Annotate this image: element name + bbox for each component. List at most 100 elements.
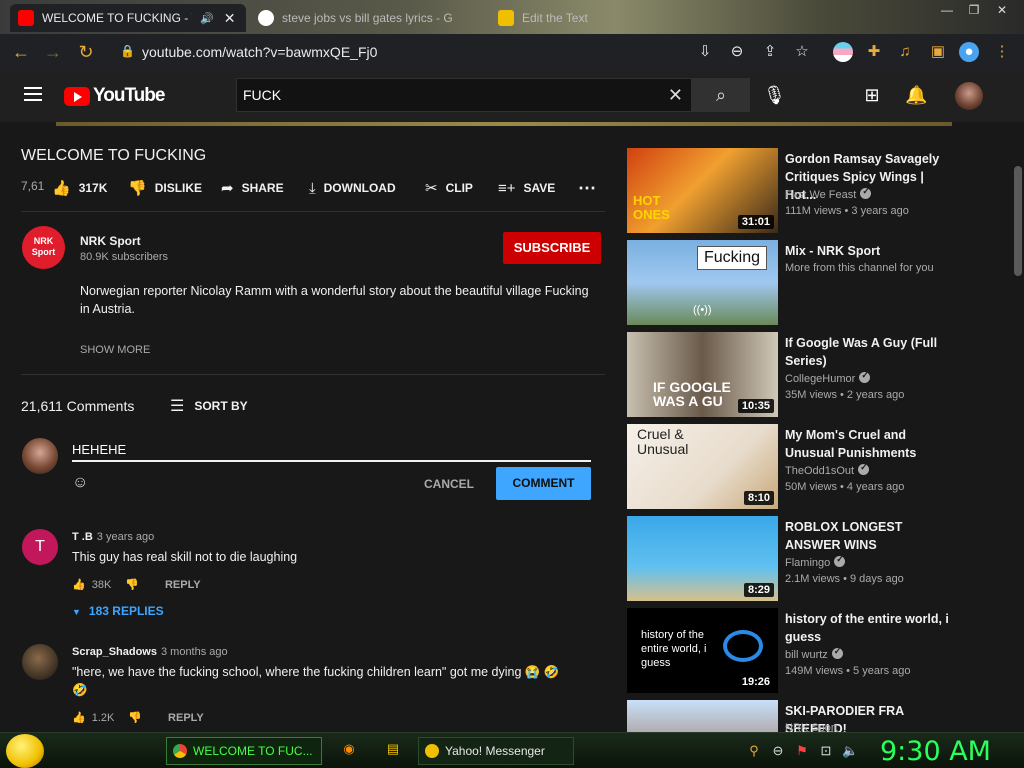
reload-icon[interactable]: ↻ bbox=[75, 41, 97, 63]
comment-author[interactable]: T .B 3 years ago bbox=[72, 531, 154, 543]
video-thumbnail[interactable]: HOT ONES 31:01 bbox=[627, 148, 778, 233]
recommended-video[interactable]: 8:29 ROBLOX LONGEST ANSWER WINS Flamingo… bbox=[627, 516, 957, 602]
recommended-video[interactable]: history of the entire world, i guess 19:… bbox=[627, 608, 957, 694]
video-thumbnail[interactable]: Fucking ((•)) bbox=[627, 240, 778, 325]
start-button-smiley-icon[interactable] bbox=[6, 734, 44, 768]
tab-google[interactable]: steve jobs vs bill gates lyrics - G bbox=[250, 4, 486, 32]
extensions-puzzle-icon[interactable]: ✚ bbox=[864, 42, 884, 62]
video-thumbnail[interactable] bbox=[627, 700, 778, 732]
comment-like-icon[interactable]: 👍 bbox=[72, 711, 86, 724]
video-title[interactable]: history of the entire world, i guess bbox=[785, 610, 955, 646]
youtube-logo[interactable]: YouTube bbox=[64, 85, 165, 107]
system-clock[interactable]: 9:30 AM bbox=[880, 736, 991, 767]
search-button[interactable]: ⌕ bbox=[692, 78, 750, 112]
video-player-edge[interactable] bbox=[56, 122, 952, 126]
back-icon[interactable]: ← bbox=[10, 41, 32, 63]
subscribe-button[interactable]: SUBSCRIBE bbox=[503, 232, 601, 264]
video-title[interactable]: ROBLOX LONGEST ANSWER WINS bbox=[785, 518, 955, 554]
user-avatar[interactable] bbox=[955, 82, 983, 110]
microphone-icon[interactable]: 🎙 bbox=[763, 84, 786, 106]
video-thumbnail[interactable]: history of the entire world, i guess 19:… bbox=[627, 608, 778, 693]
clip-button[interactable]: ✂ CLIP bbox=[425, 179, 473, 197]
channel-label[interactable]: CollegeHumor bbox=[785, 370, 871, 385]
create-video-icon[interactable]: ⊞ bbox=[861, 84, 883, 106]
tab-youtube[interactable]: WELCOME TO FUCKING - Yo 🔊 ✕ bbox=[10, 4, 246, 32]
share-page-icon[interactable]: ⇪ bbox=[760, 42, 780, 62]
save-button[interactable]: ≡+ SAVE bbox=[498, 179, 555, 197]
verified-badge-icon bbox=[831, 646, 843, 659]
comment-author[interactable]: Scrap_Shadows 3 months ago bbox=[72, 646, 228, 658]
minimize-icon[interactable]: — bbox=[935, 0, 959, 20]
view-replies-button[interactable]: ▼ 183 REPLIES bbox=[72, 604, 164, 618]
verified-badge-icon bbox=[860, 186, 872, 199]
channel-label[interactable]: TheOdd1sOut bbox=[785, 462, 870, 477]
recommended-video[interactable]: HOT ONES 31:01 Gordon Ramsay Savagely Cr… bbox=[627, 148, 957, 234]
channel-name[interactable]: NRK Sport bbox=[80, 234, 141, 248]
share-button[interactable]: ➦ SHARE bbox=[221, 179, 284, 197]
volume-icon[interactable]: 🔈 bbox=[842, 743, 858, 759]
comment-like-icon[interactable]: 👍 bbox=[72, 578, 86, 591]
recommended-video[interactable]: IF GOOGLE WAS A GU 10:35 If Google Was A… bbox=[627, 332, 957, 418]
search-tray-icon[interactable]: ⚲ bbox=[746, 743, 762, 759]
clear-search-icon[interactable]: ✕ bbox=[668, 85, 683, 106]
like-button[interactable]: 👍 317K bbox=[52, 179, 107, 197]
comment-avatar[interactable] bbox=[22, 644, 58, 680]
bookmark-star-icon[interactable]: ☆ bbox=[792, 42, 812, 62]
install-icon[interactable]: ⇩ bbox=[695, 42, 715, 62]
taskbar-yahoo-messenger[interactable]: Yahoo! Messenger bbox=[418, 737, 574, 765]
folder-icon[interactable]: ▤ bbox=[385, 741, 401, 757]
recommended-video[interactable]: SKI-PARODIER FRA SEEFELD! NRK Sport bbox=[627, 700, 957, 732]
more-actions-icon[interactable]: ⋯ bbox=[578, 178, 596, 198]
download-button[interactable]: ⤓ DOWNLOAD bbox=[309, 179, 396, 197]
tab-label: WELCOME TO FUCKING - Yo bbox=[42, 11, 192, 25]
comment-submit-button[interactable]: COMMENT bbox=[496, 467, 591, 500]
tab-close-icon[interactable]: ✕ bbox=[224, 10, 236, 27]
comment-avatar[interactable]: T bbox=[22, 529, 58, 565]
channel-label[interactable]: bill wurtz bbox=[785, 646, 843, 661]
channel-label[interactable]: First We Feast bbox=[785, 186, 872, 201]
video-title[interactable]: My Mom's Cruel and Unusual Punishments bbox=[785, 426, 955, 462]
video-duration: 31:01 bbox=[737, 215, 774, 229]
channel-name[interactable]: NRK Sport bbox=[785, 722, 838, 732]
taskbar-chrome-window[interactable]: WELCOME TO FUC... bbox=[166, 737, 322, 765]
emoji-picker-icon[interactable]: ☺ bbox=[72, 474, 88, 492]
dislike-button[interactable]: 👎 DISLIKE bbox=[128, 179, 202, 197]
cancel-button[interactable]: CANCEL bbox=[413, 468, 485, 500]
channel-avatar[interactable]: NRK Sport bbox=[22, 226, 65, 269]
recommended-mix[interactable]: Fucking ((•)) Mix - NRK Sport More from … bbox=[627, 240, 957, 326]
profile-flag-icon[interactable] bbox=[833, 42, 853, 62]
hamburger-menu-icon[interactable] bbox=[24, 87, 42, 101]
video-title[interactable]: Mix - NRK Sport bbox=[785, 242, 955, 260]
video-thumbnail[interactable]: Cruel & Unusual 8:10 bbox=[627, 424, 778, 509]
firefox-icon[interactable]: ◉ bbox=[341, 741, 357, 757]
comment-dislike-icon[interactable]: 👎 bbox=[128, 711, 142, 724]
network-icon[interactable]: ⊡ bbox=[818, 743, 834, 759]
video-thumbnail[interactable]: 8:29 bbox=[627, 516, 778, 601]
account-avatar-icon[interactable]: ● bbox=[959, 42, 979, 62]
flag-alert-icon[interactable]: ⚑ bbox=[794, 743, 810, 759]
speaker-icon[interactable]: 🔊 bbox=[200, 12, 214, 25]
video-thumbnail[interactable]: IF GOOGLE WAS A GU 10:35 bbox=[627, 332, 778, 417]
video-title[interactable]: If Google Was A Guy (Full Series) bbox=[785, 334, 955, 370]
search-input[interactable]: FUCK ✕ bbox=[236, 78, 692, 112]
page-scrollbar[interactable] bbox=[1012, 122, 1024, 732]
side-panel-icon[interactable]: ▣ bbox=[928, 42, 948, 62]
restore-icon[interactable]: ❐ bbox=[962, 0, 986, 20]
comment-dislike-icon[interactable]: 👎 bbox=[125, 578, 139, 591]
window-close-icon[interactable]: ✕ bbox=[990, 0, 1014, 20]
show-more-button[interactable]: SHOW MORE bbox=[80, 344, 150, 356]
status-tray-icon[interactable]: ⊖ bbox=[770, 743, 786, 759]
tab-edit-text[interactable]: Edit the Text bbox=[490, 4, 690, 32]
kebab-menu-icon[interactable]: ⋮ bbox=[992, 42, 1012, 62]
channel-label[interactable]: Flamingo bbox=[785, 554, 846, 569]
reply-button[interactable]: REPLY bbox=[165, 579, 201, 591]
scrollbar-thumb[interactable] bbox=[1014, 166, 1022, 276]
forward-icon[interactable]: → bbox=[42, 41, 64, 63]
reply-button[interactable]: REPLY bbox=[168, 712, 204, 724]
sort-by-button[interactable]: ☰ SORT BY bbox=[170, 396, 248, 416]
recommended-video[interactable]: Cruel & Unusual 8:10 My Mom's Cruel and … bbox=[627, 424, 957, 510]
zoom-icon[interactable]: ⊖ bbox=[727, 42, 747, 62]
media-control-icon[interactable]: ♫ bbox=[895, 42, 915, 62]
comment-input[interactable] bbox=[72, 438, 591, 462]
notifications-bell-icon[interactable]: 🔔 bbox=[905, 84, 927, 106]
